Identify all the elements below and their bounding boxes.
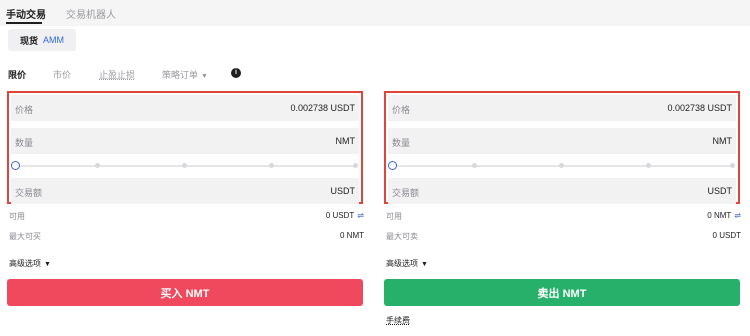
info-icon[interactable]: i <box>231 68 241 78</box>
transfer-icon[interactable]: ⇌ <box>734 211 741 220</box>
buy-available-value: 0 USDT <box>325 211 355 220</box>
sell-form-panel: 价格 0.002738 USDT 数量 NMT 交易额 USDT <box>384 91 740 204</box>
sell-advanced-options[interactable]: 高级选项 ▼ <box>386 258 428 269</box>
caret-down-icon: ▼ <box>421 261 428 268</box>
sell-available-label: 可用 <box>386 212 402 221</box>
sell-available-row: 可用 0 NMT ⇌ <box>386 211 741 222</box>
sell-quantity-label: 数量 <box>392 138 411 148</box>
buy-max-value: 0 NMT <box>340 231 364 240</box>
slider-step-dot[interactable] <box>269 163 274 168</box>
strategy-label: 策略订单 <box>162 70 199 80</box>
buy-amount-unit: USDT <box>330 186 356 196</box>
buy-price-field[interactable]: 价格 0.002738 USDT <box>11 95 359 121</box>
buy-quantity-unit: NMT <box>335 136 356 146</box>
sell-quantity-field[interactable]: 数量 NMT <box>388 128 736 154</box>
slider-step-dot[interactable] <box>182 163 187 168</box>
sell-max-value: 0 USDT <box>712 231 741 240</box>
buy-max-row: 最大可买 0 NMT <box>9 231 364 242</box>
tab-trading-bot[interactable]: 交易机器人 <box>66 6 116 21</box>
buy-advanced-label: 高级选项 <box>9 259 41 268</box>
tab-bot-label: 交易机器人 <box>66 10 116 21</box>
buy-available-row: 可用 0 USDT ⇌ <box>9 211 364 222</box>
slider-step-dot[interactable] <box>730 163 735 168</box>
order-type-limit[interactable]: 限价 <box>8 68 26 81</box>
buy-max-label: 最大可买 <box>9 232 41 241</box>
trade-mode-tabs: 手动交易 交易机器人 <box>0 0 750 26</box>
order-type-market[interactable]: 市价 <box>53 68 71 81</box>
slider-step-dot[interactable] <box>95 163 100 168</box>
buy-quantity-label: 数量 <box>15 138 34 148</box>
slider-handle[interactable] <box>388 161 397 170</box>
sell-percent-slider[interactable] <box>388 161 736 171</box>
sell-price-field[interactable]: 价格 0.002738 USDT <box>388 95 736 121</box>
buy-form-panel: 价格 0.002738 USDT 数量 NMT 交易额 USDT <box>7 91 363 204</box>
fee-link[interactable]: 手续费 <box>386 315 410 326</box>
caret-down-icon: ▼ <box>201 73 208 80</box>
caret-down-icon: ▼ <box>44 261 51 268</box>
buy-quantity-field[interactable]: 数量 NMT <box>11 128 359 154</box>
buy-amount-field[interactable]: 交易额 USDT <box>11 178 359 204</box>
sell-available-value: 0 NMT <box>707 211 732 220</box>
sell-quantity-unit: NMT <box>712 136 733 146</box>
slider-step-dot[interactable] <box>353 163 358 168</box>
buy-price-value: 0.002738 USDT <box>290 103 355 113</box>
sell-amount-field[interactable]: 交易额 USDT <box>388 178 736 204</box>
order-type-strategy[interactable]: 策略订单 ▼ <box>162 68 208 81</box>
tab-manual-label: 手动交易 <box>6 10 46 21</box>
slider-handle[interactable] <box>11 161 20 170</box>
sell-amount-label: 交易额 <box>392 188 420 198</box>
buy-available-label: 可用 <box>9 212 25 221</box>
order-type-tp-sl[interactable]: 止盈止损 <box>99 68 135 81</box>
buy-nmt-button[interactable]: 买入 NMT <box>7 279 363 306</box>
sell-price-label: 价格 <box>392 105 411 115</box>
market-type-tab-spot[interactable]: 现货 AMM <box>8 29 76 51</box>
buy-amount-label: 交易额 <box>15 188 43 198</box>
buy-price-label: 价格 <box>15 105 34 115</box>
sell-price-value: 0.002738 USDT <box>667 103 732 113</box>
sell-amount-unit: USDT <box>707 186 733 196</box>
transfer-icon[interactable]: ⇌ <box>357 211 364 220</box>
sell-available-group: 0 NMT ⇌ <box>707 211 741 220</box>
spot-label: 现货 <box>19 35 38 46</box>
amm-label: AMM <box>43 35 64 45</box>
tab-manual-trading[interactable]: 手动交易 <box>6 6 46 24</box>
active-tab-underline <box>6 22 42 24</box>
buy-available-group: 0 USDT ⇌ <box>326 211 364 220</box>
sell-advanced-label: 高级选项 <box>386 259 418 268</box>
buy-percent-slider[interactable] <box>11 161 359 171</box>
sell-nmt-button[interactable]: 卖出 NMT <box>384 279 740 306</box>
slider-step-dot[interactable] <box>472 163 477 168</box>
sell-max-label: 最大可卖 <box>386 232 418 241</box>
slider-step-dot[interactable] <box>646 163 651 168</box>
buy-advanced-options[interactable]: 高级选项 ▼ <box>9 258 51 269</box>
sell-max-row: 最大可卖 0 USDT <box>386 231 741 242</box>
slider-step-dot[interactable] <box>559 163 564 168</box>
